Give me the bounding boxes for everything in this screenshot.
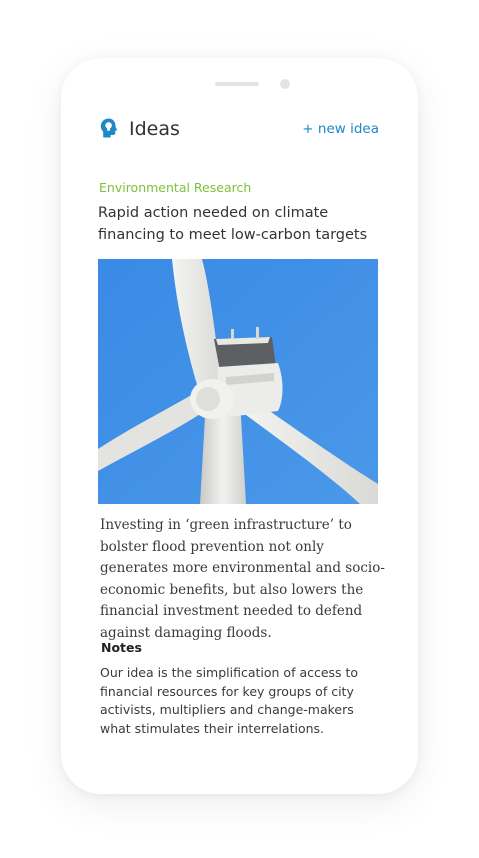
article-category[interactable]: Environmental Research [99,179,251,196]
notes-text: Our idea is the simplification of access… [100,665,359,736]
phone-speaker [215,82,259,86]
app-header: Ideas + new idea [100,115,379,143]
new-idea-button[interactable]: + new idea [302,115,379,143]
article-headline[interactable]: Rapid action needed on climate financing… [98,202,388,246]
page-title: Ideas [129,118,180,140]
wind-turbine-photo [98,259,378,504]
phone-camera [280,79,290,89]
wind-turbine-illustration [98,259,378,504]
article-body: Investing in ‘green infrastructure’ to b… [100,517,385,641]
notes-heading: Notes [101,640,142,655]
phone-frame: Ideas + new idea Environmental Research … [61,58,418,794]
head-lightbulb-icon [100,118,118,138]
